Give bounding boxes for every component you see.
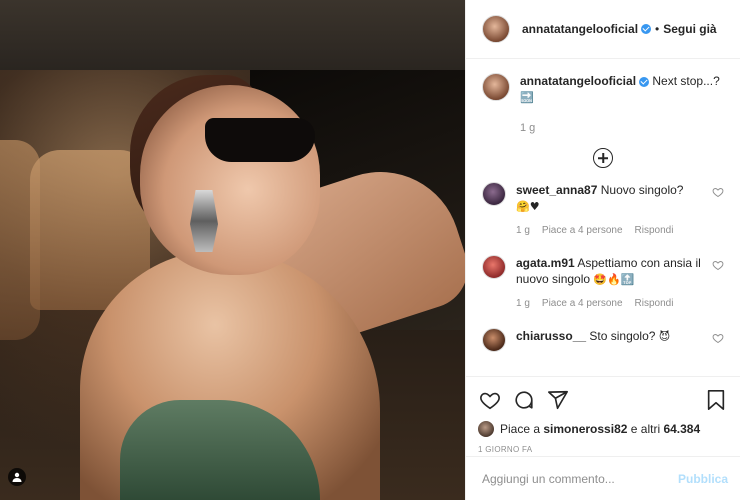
comment-icon[interactable] — [512, 388, 536, 412]
comment-reply-button[interactable]: Rispondi — [635, 296, 674, 312]
post-side-panel: annatatangelooficial • Segui già annatat… — [465, 0, 740, 500]
caption-username[interactable]: annatatangelooficial — [520, 74, 636, 88]
caption-time: 1 g — [520, 122, 536, 134]
photo-car-roof — [0, 0, 465, 70]
comment-heart-icon[interactable] — [712, 332, 724, 344]
comment-heart-icon[interactable] — [712, 186, 724, 198]
caption-avatar[interactable] — [482, 73, 510, 101]
comment-reply-button[interactable]: Rispondi — [635, 223, 674, 239]
photo-sunglasses — [205, 118, 315, 162]
comment-likes[interactable]: Piace a 4 persone — [542, 296, 623, 312]
comment-avatar[interactable] — [482, 255, 506, 279]
bookmark-icon[interactable] — [704, 388, 728, 412]
likes-summary[interactable]: Piace a simonerossi82 e altri 64.384 — [478, 421, 728, 437]
load-more-comments[interactable] — [482, 148, 724, 168]
caption-emoji: 🔜 — [520, 91, 534, 104]
comment-username[interactable]: sweet_anna87 — [516, 183, 597, 197]
author-avatar[interactable] — [482, 15, 510, 43]
post-header: annatatangelooficial • Segui già — [466, 0, 740, 59]
comment-item: sweet_anna87 Nuovo singolo? 🤗♥ 1 g Piace… — [482, 182, 724, 239]
comment-time: 1 g — [516, 298, 530, 309]
share-icon[interactable] — [546, 388, 570, 412]
author-username[interactable]: annatatangelooficial — [522, 22, 638, 36]
verified-icon — [641, 24, 652, 34]
add-comment-bar: Pubblica — [466, 456, 740, 500]
photo-earring — [190, 190, 218, 252]
plus-circle-icon[interactable] — [593, 148, 613, 168]
comment-text: Sto singolo? — [589, 329, 656, 343]
user-tag-icon[interactable] — [8, 468, 26, 486]
comment-username[interactable]: agata.m91 — [516, 256, 575, 270]
comment-username[interactable]: chiarusso__ — [516, 329, 586, 343]
caption-text: Next stop...? — [652, 74, 720, 88]
liker-avatar — [478, 421, 494, 437]
comment-input[interactable] — [482, 471, 678, 486]
post-caption: annatatangelooficial Next stop...? 🔜 1 g — [482, 73, 724, 136]
verified-icon — [639, 76, 650, 87]
post-actions: Piace a simonerossi82 e altri 64.384 1 G… — [466, 376, 740, 456]
likes-suffix: e altri — [630, 422, 661, 436]
comment-avatar[interactable] — [482, 328, 506, 352]
comment-text: Nuovo singolo? — [600, 183, 684, 197]
comment-time: 1 g — [516, 225, 530, 236]
comment-item: agata.m91 Aspettiamo con ansia il nuovo … — [482, 255, 724, 312]
post-photo[interactable] — [0, 0, 465, 500]
comment-emoji: 🤩🔥🔝 — [593, 273, 635, 286]
photo-face — [140, 85, 320, 275]
comment-heart-icon[interactable] — [712, 259, 724, 271]
comment-avatar[interactable] — [482, 182, 506, 206]
post-view: annatatangelooficial • Segui già annatat… — [0, 0, 740, 500]
comment-emoji: 🤗♥ — [516, 200, 540, 213]
follow-button[interactable]: Segui già — [663, 22, 716, 36]
likes-count[interactable]: 64.384 — [663, 422, 700, 436]
publish-button[interactable]: Pubblica — [678, 472, 728, 486]
comment-emoji: 😈 — [658, 330, 671, 343]
liker-username[interactable]: simonerossi82 — [543, 422, 627, 436]
comment-likes[interactable]: Piace a 4 persone — [542, 223, 623, 239]
likes-prefix: Piace a — [500, 422, 541, 436]
comments-list[interactable]: annatatangelooficial Next stop...? 🔜 1 g… — [466, 59, 740, 376]
heart-icon[interactable] — [478, 388, 502, 412]
separator-dot: • — [655, 22, 660, 36]
comment-item: chiarusso__ Sto singolo? 😈 — [482, 328, 724, 352]
post-date: 1 GIORNO FA — [478, 445, 533, 454]
